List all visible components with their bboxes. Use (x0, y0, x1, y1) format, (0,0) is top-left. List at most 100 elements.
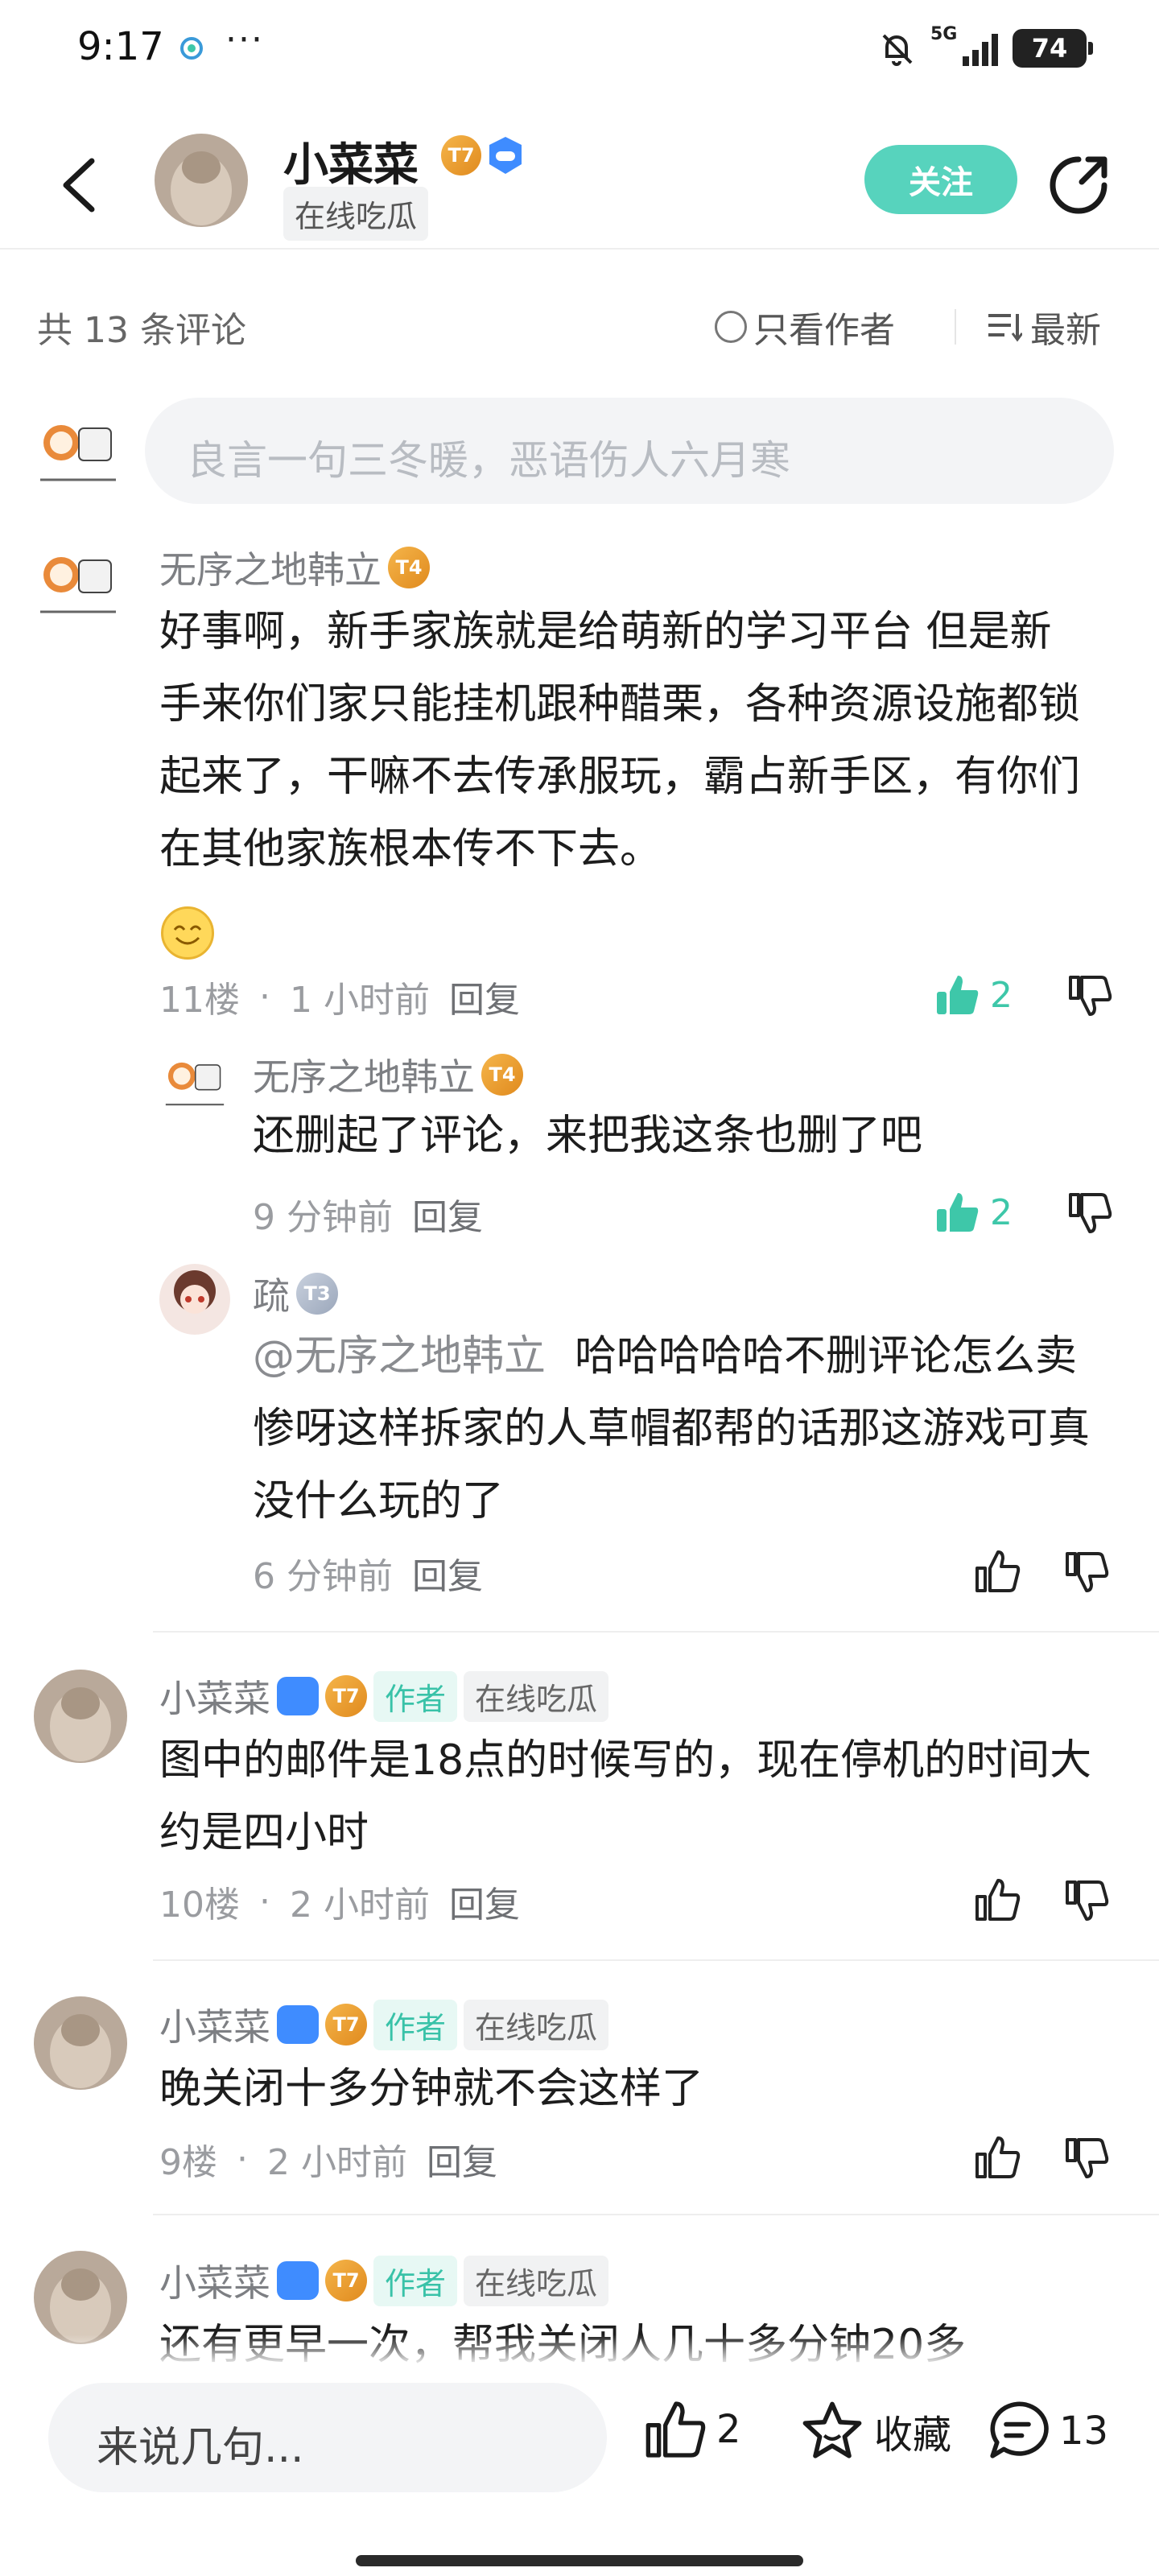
meta-dot: · (259, 1880, 270, 1922)
comment-divider (153, 1959, 1159, 1961)
level-badge-icon: T7 (325, 2260, 367, 2301)
reply-text: 还删起了评论，来把我这条也删了吧 (253, 1112, 923, 1160)
meta-dot: · (237, 2138, 248, 2180)
thumbs-down-icon[interactable] (1062, 2133, 1111, 2182)
author-tag: 作者 (373, 2255, 458, 2306)
comment-author-name[interactable]: 小菜菜 (159, 2254, 270, 2307)
reply-avatar[interactable] (159, 1264, 230, 1335)
status-right: 5G 74 (877, 24, 1093, 72)
comment-author-name[interactable]: 小菜菜 (159, 1998, 270, 2051)
post-header: 小菜菜 T7 在线吃瓜 关注 (0, 121, 1159, 250)
reply-text: @无序之地韩立 哈哈哈哈哈不删评论怎么卖惨呀这样拆家的人草帽都帮的话那这游戏可真没… (253, 1320, 1106, 1538)
comment-input[interactable]: 良言一句三冬暖，恶语伤人六月寒 (145, 398, 1114, 504)
comment-time: 2 小时前 (290, 1885, 430, 1926)
scroll-fade (0, 2334, 1159, 2367)
status-time: 9:17 (77, 24, 164, 69)
back-arrow-icon[interactable] (52, 153, 109, 217)
more-notifications-icon: ··· (225, 19, 264, 60)
comment-meta: 10楼 · 2 小时前 回复 (159, 1876, 520, 1927)
comment-time: 2 小时前 (267, 2142, 407, 2183)
divider (955, 309, 956, 345)
comment-avatar[interactable] (34, 2251, 127, 2344)
comment-actions: 2 (934, 971, 1114, 1019)
like-button[interactable]: 2 (934, 971, 1013, 1019)
reply-button[interactable]: 回复 (427, 2133, 497, 2185)
star-icon (802, 2401, 862, 2458)
post-like-button[interactable]: 2 (644, 2397, 741, 2462)
status-bar: 9:17 ··· 5G 74 (0, 0, 1159, 97)
reply-author-name[interactable]: 疏 (253, 1267, 290, 1320)
author-badges: T7 (441, 135, 525, 175)
thumbs-up-icon[interactable] (974, 2133, 1022, 2182)
gamepad-badge-icon (489, 137, 522, 174)
sort-button[interactable]: 最新 (987, 301, 1101, 353)
reply-button[interactable]: 回复 (449, 971, 520, 1022)
floor-number: 11楼 (159, 980, 240, 1021)
author-name[interactable]: 小菜菜 (283, 129, 419, 194)
comment-count: 共 13 条评论 (37, 310, 246, 351)
follow-button[interactable]: 关注 (864, 145, 1017, 214)
only-author-label: 只看作者 (753, 310, 895, 351)
level-badge-icon: T7 (325, 1675, 367, 1717)
comment-toolbar: 共 13 条评论 只看作者 最新 (0, 290, 1159, 362)
like-button[interactable]: 2 (934, 1188, 1013, 1236)
home-indicator[interactable] (356, 2555, 803, 2566)
gamepad-badge-icon (277, 2005, 319, 2044)
comment-author-name[interactable]: 小菜菜 (159, 1670, 270, 1723)
author-status: 在线吃瓜 (283, 187, 429, 241)
thumbs-down-icon[interactable] (1066, 1188, 1114, 1236)
thumbs-down-icon[interactable] (1062, 1547, 1111, 1596)
reply-avatar[interactable] (159, 1051, 230, 1116)
thumbs-up-icon[interactable] (974, 1547, 1022, 1596)
radio-icon (715, 311, 747, 343)
status-tag: 在线吃瓜 (464, 1670, 609, 1722)
mute-bell-icon (882, 34, 913, 66)
floor-number: 10楼 (159, 1885, 240, 1926)
author-avatar[interactable] (155, 134, 248, 227)
reply-time: 9 分钟前 (253, 1197, 393, 1238)
floor-number: 9楼 (159, 2142, 217, 2183)
comment-meta: 11楼 · 1 小时前 回复 (159, 971, 520, 1022)
reply-button[interactable]: 回复 (449, 1876, 520, 1927)
signal-icon: 5G (930, 24, 998, 66)
reply-actions (974, 1547, 1111, 1596)
comment-text: 图中的邮件是18点的时候写的，现在停机的时间大约是四小时 (159, 1736, 1092, 1857)
level-badge-icon: T3 (296, 1273, 338, 1315)
thumbs-down-icon[interactable] (1066, 971, 1114, 1019)
like-count: 2 (990, 974, 1013, 1016)
bottom-action-bar: 来说几句... 2 收藏 13 (0, 2367, 1159, 2576)
t7-badge-icon: T7 (441, 135, 481, 175)
reply-author-name[interactable]: 无序之地韩立 (253, 1048, 475, 1101)
my-avatar[interactable] (32, 411, 124, 494)
comment-avatar[interactable] (34, 1996, 127, 2090)
comment-author-name[interactable]: 无序之地韩立 (159, 541, 382, 594)
comment-avatar[interactable] (34, 1670, 127, 1763)
comment-meta: 9楼 · 2 小时前 回复 (159, 2133, 497, 2185)
sort-icon (988, 314, 1022, 342)
reply-meta: 9 分钟前 回复 (253, 1188, 483, 1240)
comment-actions (974, 1876, 1111, 1924)
comments-button[interactable]: 13 (984, 2397, 1108, 2465)
favorite-button[interactable]: 收藏 (798, 2397, 951, 2465)
gamepad-badge-icon (277, 2261, 319, 2300)
say-something-input[interactable]: 来说几句... (48, 2383, 607, 2492)
comment-avatar[interactable] (32, 543, 124, 626)
post-like-count: 2 (716, 2407, 741, 2452)
comment-bubble-icon (990, 2401, 1049, 2458)
thumbs-down-icon[interactable] (1062, 1876, 1111, 1924)
comment-text: 好事啊，新手家族就是给萌新的学习平台 但是新手来你们家只能挂机跟种醋栗，各种资源… (159, 608, 1081, 873)
reply-button[interactable]: 回复 (412, 1188, 483, 1240)
only-author-toggle[interactable]: 只看作者 (715, 301, 895, 353)
share-icon[interactable] (1046, 153, 1111, 217)
mention-link[interactable]: @无序之地韩立 (253, 1332, 546, 1381)
thumbs-up-icon[interactable] (974, 1876, 1022, 1924)
status-tag: 在线吃瓜 (464, 2255, 609, 2306)
sort-label: 最新 (1030, 310, 1101, 351)
gamepad-badge-icon (277, 1677, 319, 1715)
comment-header: 小菜菜 T7 作者 在线吃瓜 (159, 1670, 609, 1723)
reply-button[interactable]: 回复 (412, 1547, 483, 1599)
comment-actions (974, 2133, 1111, 2182)
comment-text: 晚关闭十多分钟就不会这样了 (159, 2065, 704, 2113)
favorite-label: 收藏 (874, 2413, 952, 2458)
like-count: 2 (990, 1191, 1013, 1233)
